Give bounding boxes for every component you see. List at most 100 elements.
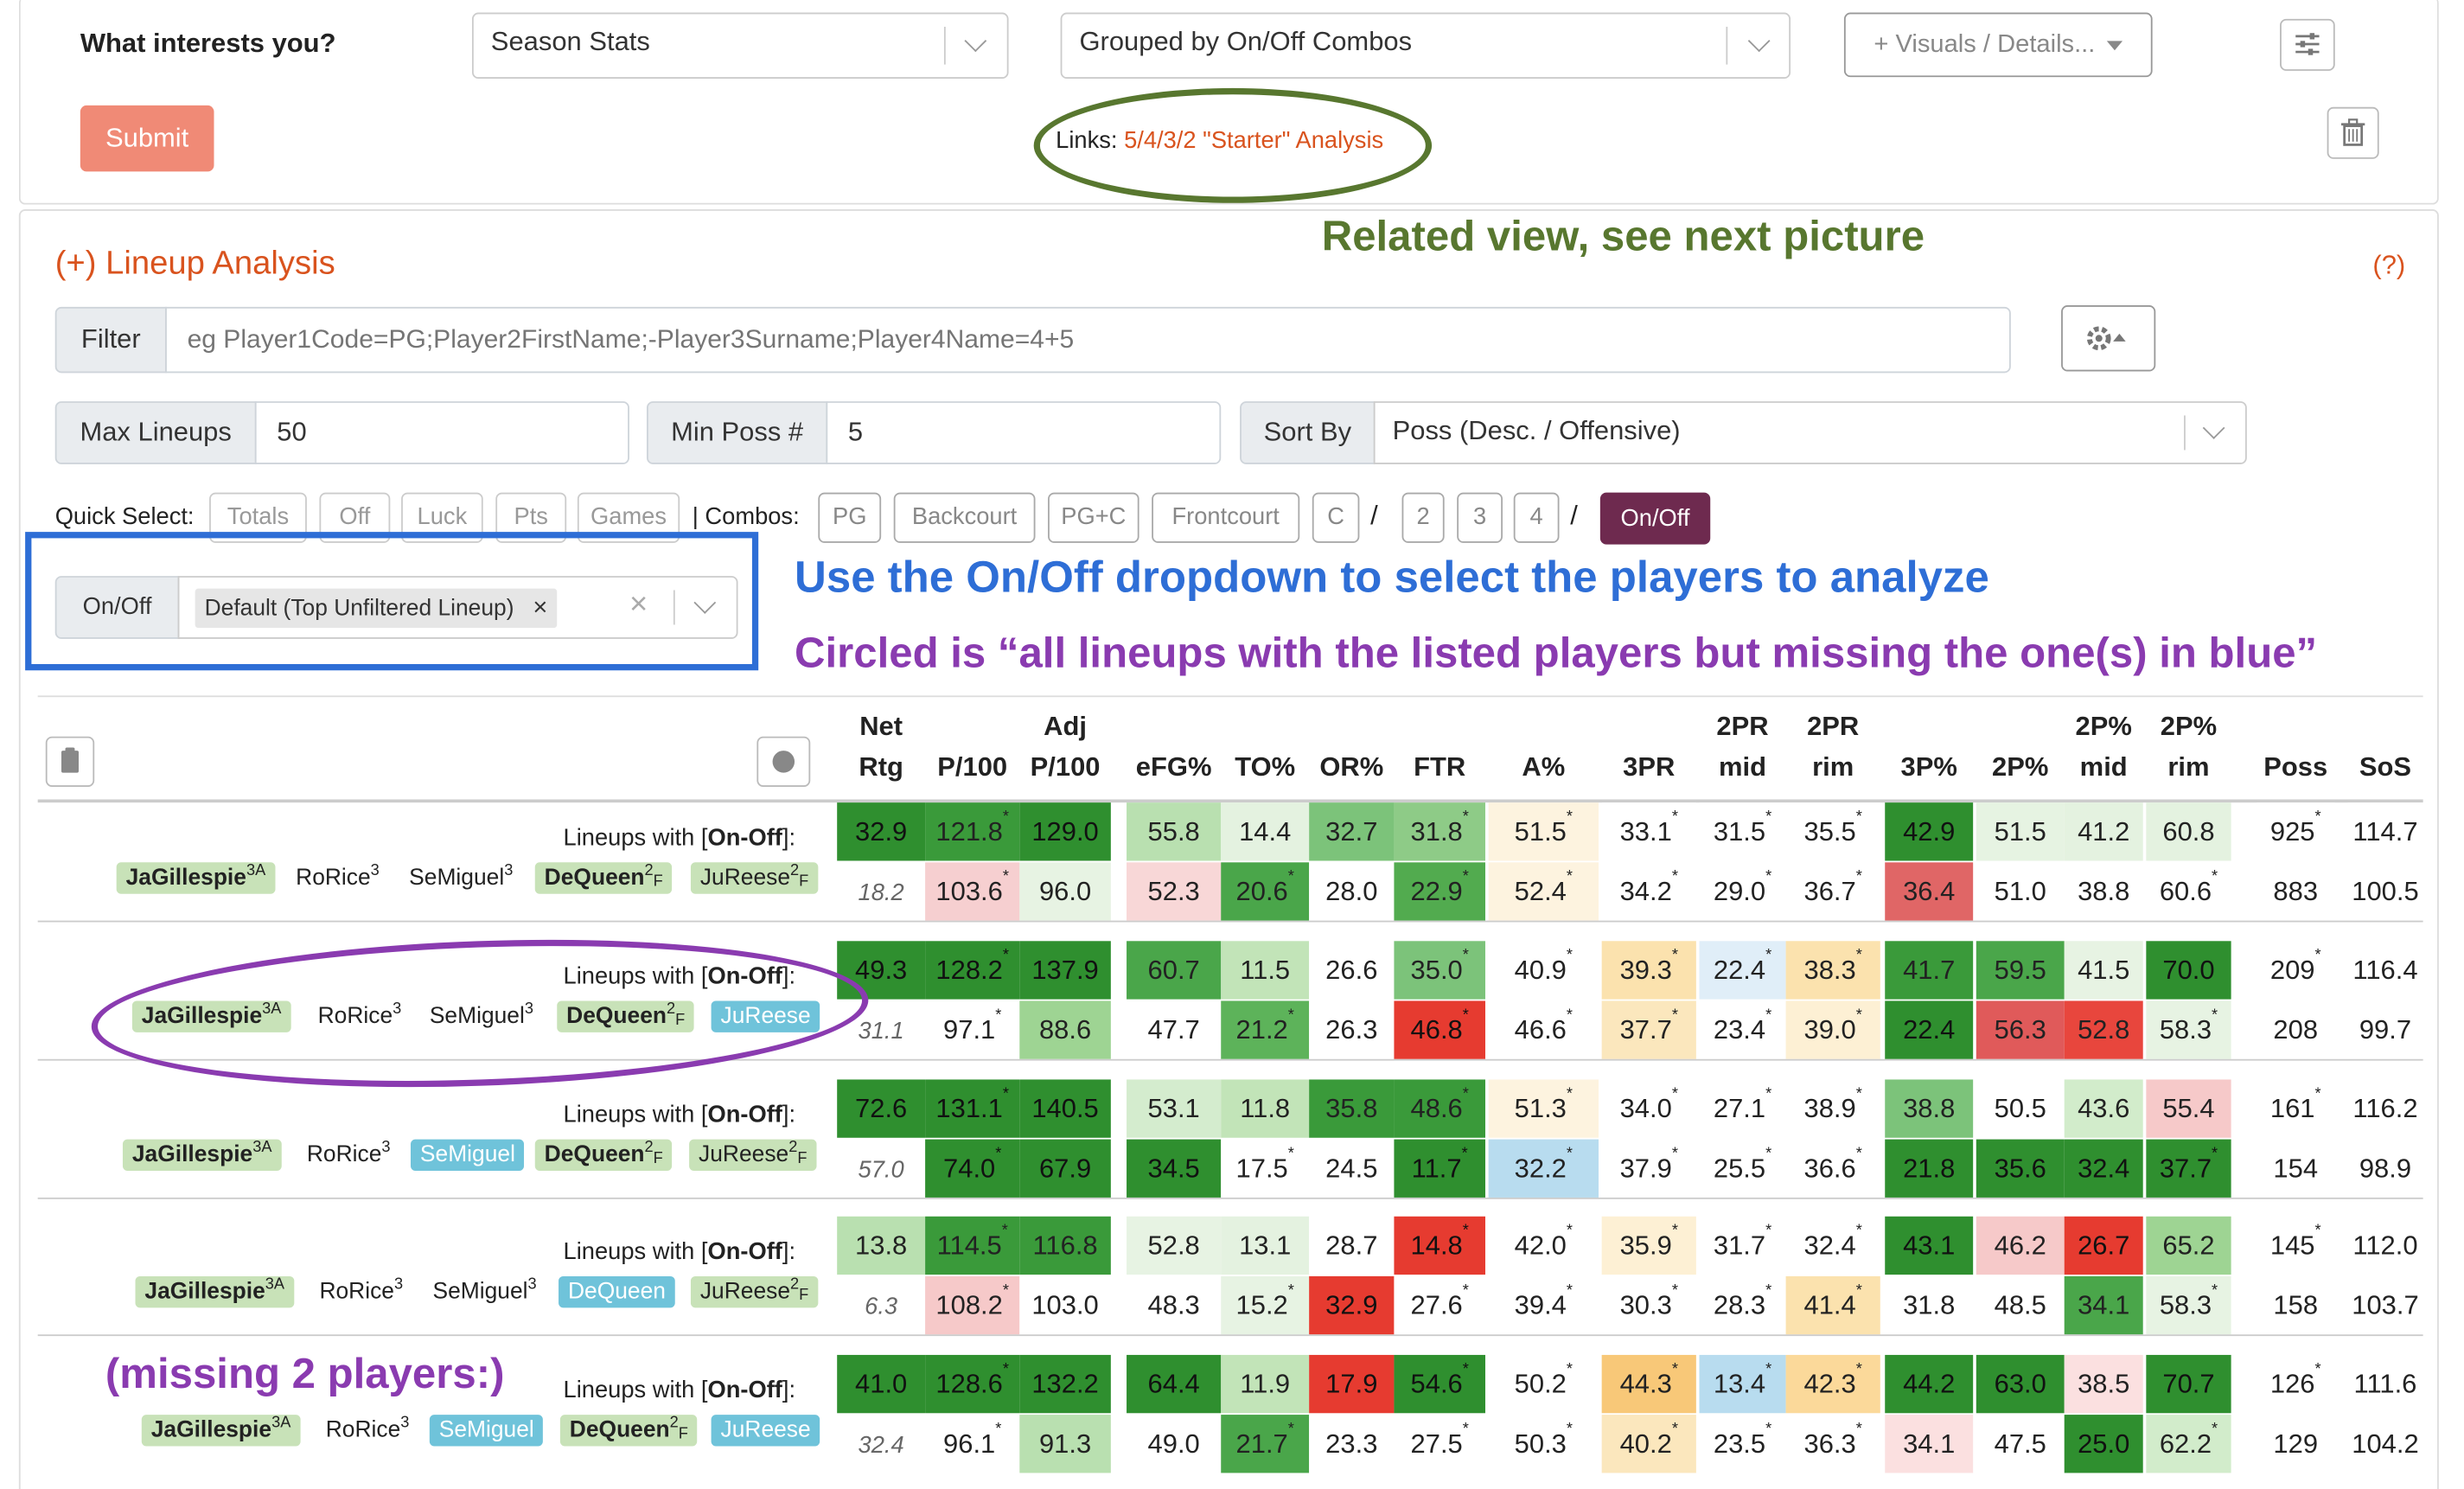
player-chip[interactable]: SeMiguel3 bbox=[399, 862, 522, 893]
view-select[interactable]: Season Stats bbox=[471, 12, 1009, 79]
stat-cell: 13.1 bbox=[1221, 1216, 1310, 1275]
column-header[interactable]: P/100 bbox=[1019, 747, 1111, 788]
stat-cell: 25.5* bbox=[1699, 1139, 1786, 1198]
player-chip[interactable]: DeQueen bbox=[559, 1275, 675, 1308]
stat-cell: 55.8 bbox=[1127, 802, 1222, 861]
player-chip[interactable]: SeMiguel bbox=[429, 1415, 544, 1447]
combo-backcourt[interactable]: Backcourt bbox=[893, 492, 1036, 543]
column-header[interactable]: 3P% bbox=[1885, 747, 1973, 788]
column-header[interactable]: A% bbox=[1489, 747, 1599, 788]
player-chip[interactable]: JuReese2F bbox=[690, 862, 819, 894]
stat-value: 22.4 bbox=[1903, 1014, 1956, 1045]
combo-frontcourt[interactable]: Frontcourt bbox=[1152, 492, 1300, 543]
stat-cell: 53.1 bbox=[1127, 1079, 1222, 1138]
significance-marker: * bbox=[1671, 1145, 1678, 1163]
combo-2[interactable]: 2 bbox=[1401, 492, 1445, 543]
column-header[interactable]: mid bbox=[1699, 747, 1785, 788]
player-position: 3 bbox=[504, 862, 514, 880]
circle-icon bbox=[772, 751, 795, 773]
help-link[interactable]: (?) bbox=[2372, 250, 2405, 281]
player-chip[interactable]: RoRice3 bbox=[316, 1415, 418, 1446]
column-header[interactable]: SoS bbox=[2347, 747, 2423, 788]
stat-value: 128.6* bbox=[935, 1361, 1009, 1399]
clear-icon[interactable]: × bbox=[629, 587, 648, 623]
max-lineups-input[interactable] bbox=[254, 401, 629, 464]
combo-pg-c[interactable]: PG+C bbox=[1048, 492, 1139, 543]
combo-4[interactable]: 4 bbox=[1513, 492, 1560, 543]
column-header[interactable]: 3PR bbox=[1602, 747, 1696, 788]
stat-cell: 48.5 bbox=[1976, 1275, 2065, 1335]
significance-marker: * bbox=[1462, 808, 1469, 827]
stat-value: 39.3* bbox=[1619, 947, 1678, 986]
combo-c[interactable]: C bbox=[1312, 492, 1360, 543]
group-select[interactable]: Grouped by On/Off Combos bbox=[1060, 12, 1791, 79]
player-chip[interactable]: JuReese bbox=[711, 1415, 820, 1447]
clipboard-button[interactable] bbox=[45, 736, 95, 787]
remove-tag-icon[interactable]: × bbox=[533, 595, 547, 622]
filter-input[interactable] bbox=[165, 306, 2011, 374]
stat-cell: 50.5 bbox=[1976, 1079, 2065, 1138]
column-header[interactable]: TO% bbox=[1221, 747, 1309, 788]
lineup-analysis-title[interactable]: (+) Lineup Analysis bbox=[55, 246, 335, 284]
settings-button[interactable] bbox=[2061, 305, 2156, 372]
stat-value: 56.3 bbox=[1994, 1014, 2046, 1045]
player-chip[interactable]: JaGillespie3A bbox=[141, 1415, 301, 1447]
stat-cell: 88.6 bbox=[1019, 1000, 1111, 1059]
stat-cell: 42.9 bbox=[1885, 802, 1974, 861]
column-header[interactable]: eFG% bbox=[1127, 747, 1221, 788]
column-header[interactable]: OR% bbox=[1309, 747, 1394, 788]
stat-cell: 26.6 bbox=[1309, 941, 1395, 1000]
onoff-select[interactable]: Default (Top Unfiltered Lineup) × × bbox=[177, 576, 738, 639]
stat-value: 36.4 bbox=[1903, 876, 1956, 907]
combo-3[interactable]: 3 bbox=[1457, 492, 1503, 543]
column-header[interactable]: 2P% bbox=[1976, 747, 2065, 788]
stat-value: 126* bbox=[2269, 1361, 2321, 1399]
player-chip[interactable]: SeMiguel3 bbox=[424, 1276, 546, 1307]
stat-value: 36.3* bbox=[1803, 1421, 1862, 1460]
player-chip[interactable]: JaGillespie3A bbox=[122, 1139, 282, 1172]
clipboard-icon bbox=[61, 747, 79, 773]
stat-value: 43.1 bbox=[1903, 1230, 1956, 1261]
sliders-button[interactable] bbox=[2280, 18, 2335, 71]
column-header[interactable]: Poss bbox=[2257, 747, 2335, 788]
stat-value: 38.5 bbox=[2078, 1369, 2130, 1399]
player-chip[interactable]: DeQueen2F bbox=[534, 1139, 673, 1172]
sort-by-select[interactable]: Poss (Desc. / Offensive) bbox=[1373, 401, 2247, 464]
player-chip[interactable]: DeQueen2F bbox=[559, 1415, 698, 1447]
stat-cell: 36.3* bbox=[1785, 1415, 1880, 1473]
slash-separator: / bbox=[1570, 500, 1578, 531]
stat-cell: 28.3* bbox=[1699, 1275, 1786, 1335]
significance-marker: * bbox=[1765, 1145, 1772, 1163]
significance-marker: * bbox=[995, 1145, 1002, 1163]
player-chip[interactable]: JuReese2F bbox=[690, 1275, 819, 1308]
submit-button[interactable]: Submit bbox=[80, 105, 214, 172]
record-button[interactable] bbox=[756, 736, 811, 787]
stat-value: 32.4 bbox=[858, 1432, 904, 1460]
stat-cell: 36.4 bbox=[1885, 862, 1974, 921]
stat-value: 103.7 bbox=[2352, 1290, 2419, 1320]
player-chip[interactable]: RoRice3 bbox=[310, 1276, 412, 1307]
player-name: JuReese bbox=[699, 865, 791, 891]
stat-cell: 103.0 bbox=[1019, 1275, 1111, 1335]
column-header[interactable]: rim bbox=[1786, 747, 1880, 788]
player-chip[interactable]: SeMiguel bbox=[410, 1139, 525, 1172]
column-header[interactable]: mid bbox=[2065, 747, 2143, 788]
player-chip[interactable]: JuReese2F bbox=[689, 1139, 817, 1172]
player-chip[interactable]: RoRice3 bbox=[286, 862, 388, 893]
delete-button[interactable] bbox=[2327, 106, 2379, 159]
combo-onoff-button[interactable]: On/Off bbox=[1599, 492, 1711, 545]
player-chip[interactable]: DeQueen2F bbox=[534, 862, 673, 894]
visuals-details-button[interactable]: + Visuals / Details... bbox=[1843, 12, 2153, 78]
stat-value: 6.3 bbox=[865, 1293, 898, 1320]
player-chip[interactable]: RoRice3 bbox=[297, 1140, 399, 1171]
column-header[interactable]: rim bbox=[2146, 747, 2231, 788]
column-header[interactable]: FTR bbox=[1394, 747, 1485, 788]
stat-cell: 72.6 bbox=[837, 1079, 926, 1138]
player-chip[interactable]: JaGillespie3A bbox=[116, 862, 276, 894]
player-chip[interactable]: JaGillespie3A bbox=[135, 1275, 294, 1308]
column-header[interactable]: P/100 bbox=[925, 747, 1019, 788]
combo-pg[interactable]: PG bbox=[818, 492, 882, 543]
player-name: SeMiguel bbox=[419, 1142, 515, 1168]
column-header[interactable]: Rtg bbox=[837, 747, 925, 788]
min-poss-input[interactable] bbox=[826, 401, 1222, 464]
